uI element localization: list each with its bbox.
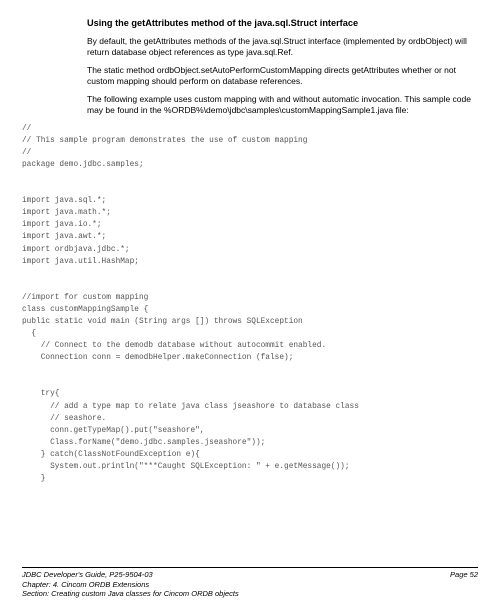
footer-chapter: Chapter: 4. Cincom ORDB Extensions bbox=[22, 580, 478, 590]
paragraph-2: The static method ordbObject.setAutoPerf… bbox=[87, 65, 478, 88]
page-footer: JDBC Developer's Guide, P25-9504-03 Page… bbox=[22, 567, 478, 599]
paragraph-3: The following example uses custom mappin… bbox=[87, 94, 478, 117]
section-heading: Using the getAttributes method of the ja… bbox=[87, 18, 478, 30]
footer-page-number: Page 52 bbox=[450, 570, 478, 580]
footer-section: Section: Creating custom Java classes fo… bbox=[22, 589, 478, 599]
code-block: // // This sample program demonstrates t… bbox=[22, 123, 478, 485]
footer-doc-id: JDBC Developer's Guide, P25-9504-03 bbox=[22, 570, 153, 580]
paragraph-1: By default, the getAttributes methods of… bbox=[87, 36, 478, 59]
